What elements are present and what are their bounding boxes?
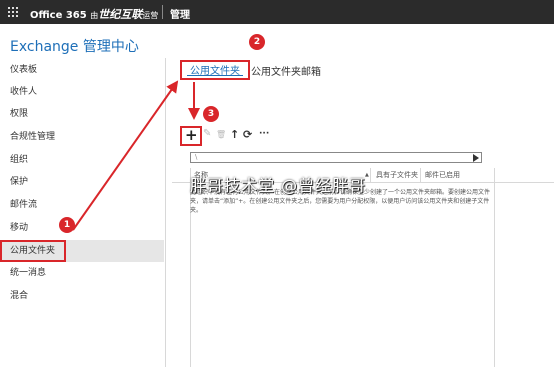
step-marker-1: 1: [59, 217, 75, 233]
step-marker-3: 3: [203, 106, 219, 122]
annotation-arrows: [72, 80, 200, 231]
step-marker-2: 2: [249, 34, 265, 50]
arrow-1-to-2: [72, 80, 179, 231]
